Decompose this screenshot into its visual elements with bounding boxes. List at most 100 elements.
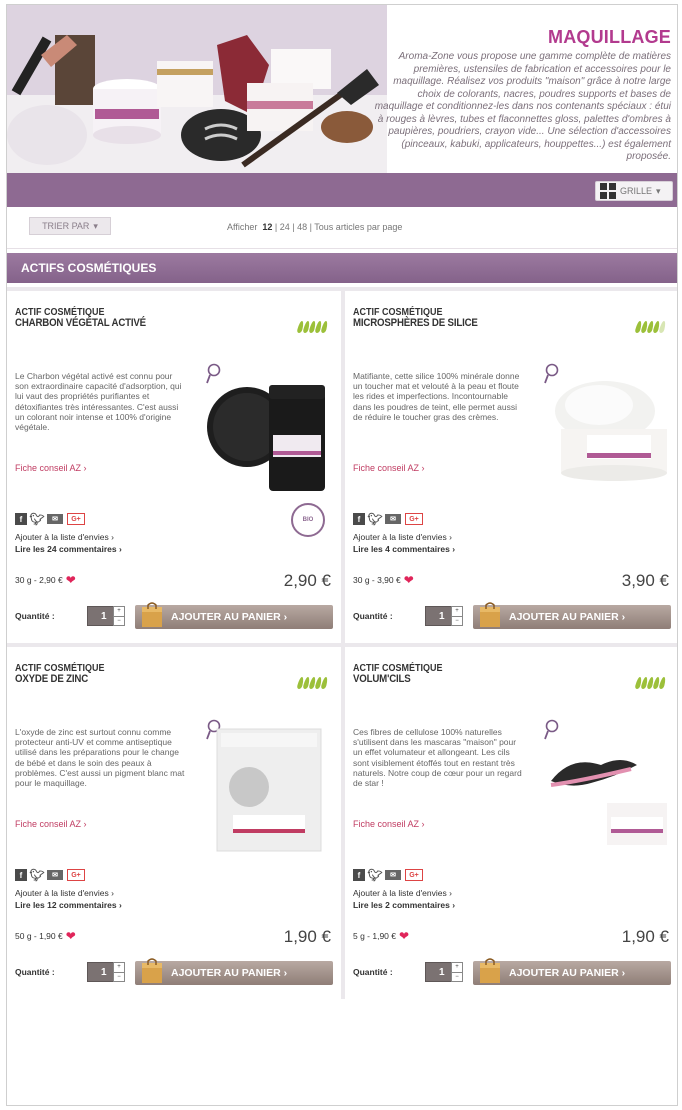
google-plus-icon[interactable]: G+ <box>67 869 85 881</box>
product-name[interactable]: MICROSPHÈRES DE SILICE <box>353 317 478 329</box>
stepper-down-icon[interactable]: − <box>114 616 124 626</box>
add-to-cart-button[interactable]: AJOUTER AU PANIER › <box>473 602 671 629</box>
read-reviews-link[interactable]: Lire les 12 commentaires › <box>15 899 122 911</box>
email-icon[interactable]: ✉ <box>385 870 401 880</box>
heart-icon[interactable]: ❤ <box>66 930 76 942</box>
heart-icon[interactable]: ❤ <box>66 574 76 586</box>
per-page-option-24[interactable]: 24 <box>280 222 290 232</box>
per-page-option-all[interactable]: Tous articles par page <box>314 222 402 232</box>
stepper-up-icon[interactable]: + <box>114 607 124 616</box>
stepper-down-icon[interactable]: − <box>114 972 124 982</box>
fiche-conseil-link[interactable]: Fiche conseil AZ › <box>353 819 425 829</box>
quantity-stepper[interactable]: + − <box>451 962 463 982</box>
stepper-up-icon[interactable]: + <box>452 963 462 972</box>
bio-badge: BIO <box>291 503 325 537</box>
add-to-cart-button[interactable]: AJOUTER AU PANIER › <box>135 602 333 629</box>
add-to-cart-button[interactable]: AJOUTER AU PANIER › <box>135 958 333 985</box>
add-to-wishlist-link[interactable]: Ajouter à la liste d'envies › <box>353 887 455 899</box>
fiche-conseil-label: Fiche conseil AZ <box>353 463 420 473</box>
stepper-down-icon[interactable]: − <box>452 972 462 982</box>
sort-by-label: TRIER PAR <box>42 221 90 231</box>
product-category: ACTIF COSMÉTIQUE <box>353 305 443 318</box>
add-to-cart-label: AJOUTER AU PANIER <box>509 967 619 979</box>
twitter-icon[interactable]: 🐦︎ <box>367 868 382 882</box>
fiche-conseil-link[interactable]: Fiche conseil AZ › <box>15 819 87 829</box>
quantity-label: Quantité : <box>15 611 55 621</box>
category-banner: MAQUILLAGE Aroma-Zone vous propose une g… <box>7 5 677 173</box>
product-image[interactable] <box>203 725 331 855</box>
share-bar: f 🐦︎ ✉ G+ <box>15 512 85 526</box>
leaf-icon <box>658 677 667 689</box>
facebook-icon[interactable]: f <box>15 869 27 881</box>
email-icon[interactable]: ✉ <box>47 514 63 524</box>
add-to-cart-label: AJOUTER AU PANIER <box>509 611 619 623</box>
banner-description: Aroma-Zone vous propose une gamme complè… <box>374 51 671 162</box>
product-price: 2,90 € <box>283 571 331 590</box>
view-mode-select[interactable]: GRILLE ▾ <box>595 181 673 201</box>
per-page-option-12[interactable]: 12 <box>262 222 272 232</box>
shopping-bag-icon <box>142 958 162 983</box>
weight-price: 30 g - 3,90 € ❤ <box>353 574 414 586</box>
twitter-icon[interactable]: 🐦︎ <box>29 512 44 526</box>
chevron-down-icon: ▾ <box>656 185 661 196</box>
read-reviews-link[interactable]: Lire les 2 commentaires › <box>353 899 455 911</box>
fiche-conseil-link[interactable]: Fiche conseil AZ › <box>353 463 425 473</box>
google-plus-icon[interactable]: G+ <box>405 869 423 881</box>
product-price: 3,90 € <box>621 571 669 590</box>
fiche-conseil-link[interactable]: Fiche conseil AZ › <box>15 463 87 473</box>
weight-price-label: 50 g - 1,90 € <box>15 931 63 941</box>
facebook-icon[interactable]: f <box>353 869 365 881</box>
leaf-icon <box>320 321 329 333</box>
add-to-wishlist-link[interactable]: Ajouter à la liste d'envies › <box>15 531 122 543</box>
google-plus-icon[interactable]: G+ <box>405 513 423 525</box>
per-page-option-48[interactable]: 48 <box>297 222 307 232</box>
stepper-up-icon[interactable]: + <box>452 607 462 616</box>
view-mode-label: GRILLE <box>620 186 653 196</box>
weight-price-label: 30 g - 2,90 € <box>15 575 63 585</box>
read-reviews-link[interactable]: Lire les 24 commentaires › <box>15 543 122 555</box>
twitter-icon[interactable]: 🐦︎ <box>367 512 382 526</box>
product-category: ACTIF COSMÉTIQUE <box>353 661 443 674</box>
wishlist-label: Ajouter à la liste d'envies <box>15 888 109 898</box>
wishlist-label: Ajouter à la liste d'envies <box>353 888 447 898</box>
fiche-conseil-label: Fiche conseil AZ <box>353 819 420 829</box>
add-to-wishlist-link[interactable]: Ajouter à la liste d'envies › <box>15 887 122 899</box>
facebook-icon[interactable]: f <box>353 513 365 525</box>
product-links: Ajouter à la liste d'envies › Lire les 2… <box>353 887 455 911</box>
product-card: ACTIF COSMÉTIQUE VOLUM'CILS Ces fibres d… <box>345 647 677 999</box>
stepper-up-icon[interactable]: + <box>114 963 124 972</box>
naturalness-rating <box>296 677 329 689</box>
product-name[interactable]: VOLUM'CILS <box>353 673 411 685</box>
reviews-label: Lire les 2 commentaires <box>353 900 450 910</box>
product-price: 1,90 € <box>283 927 331 946</box>
product-card: ACTIF COSMÉTIQUE CHARBON VÉGÉTAL ACTIVÉ … <box>7 291 341 643</box>
sort-by-select[interactable]: TRIER PAR ▾ <box>29 217 111 235</box>
quantity-stepper[interactable]: + − <box>113 962 125 982</box>
product-category: ACTIF COSMÉTIQUE <box>15 661 105 674</box>
product-name[interactable]: OXYDE DE ZINC <box>15 673 88 685</box>
weight-price: 5 g - 1,90 € ❤ <box>353 930 409 942</box>
wishlist-label: Ajouter à la liste d'envies <box>15 532 109 542</box>
product-price: 1,90 € <box>621 927 669 946</box>
product-image[interactable] <box>203 369 331 499</box>
add-to-cart-button[interactable]: AJOUTER AU PANIER › <box>473 958 671 985</box>
google-plus-icon[interactable]: G+ <box>67 513 85 525</box>
read-reviews-link[interactable]: Lire les 4 commentaires › <box>353 543 455 555</box>
heart-icon[interactable]: ❤ <box>404 574 414 586</box>
product-image[interactable] <box>541 369 669 499</box>
heart-icon[interactable]: ❤ <box>399 930 409 942</box>
weight-price: 30 g - 2,90 € ❤ <box>15 574 76 586</box>
fiche-conseil-label: Fiche conseil AZ <box>15 463 82 473</box>
add-to-wishlist-link[interactable]: Ajouter à la liste d'envies › <box>353 531 455 543</box>
banner-title: MAQUILLAGE <box>548 27 671 47</box>
quantity-stepper[interactable]: + − <box>113 606 125 626</box>
twitter-icon[interactable]: 🐦︎ <box>29 868 44 882</box>
stepper-down-icon[interactable]: − <box>452 616 462 626</box>
quantity-stepper[interactable]: + − <box>451 606 463 626</box>
product-image[interactable] <box>541 725 669 855</box>
email-icon[interactable]: ✉ <box>47 870 63 880</box>
quantity-label: Quantité : <box>15 967 55 977</box>
facebook-icon[interactable]: f <box>15 513 27 525</box>
email-icon[interactable]: ✉ <box>385 514 401 524</box>
product-name[interactable]: CHARBON VÉGÉTAL ACTIVÉ <box>15 317 146 329</box>
